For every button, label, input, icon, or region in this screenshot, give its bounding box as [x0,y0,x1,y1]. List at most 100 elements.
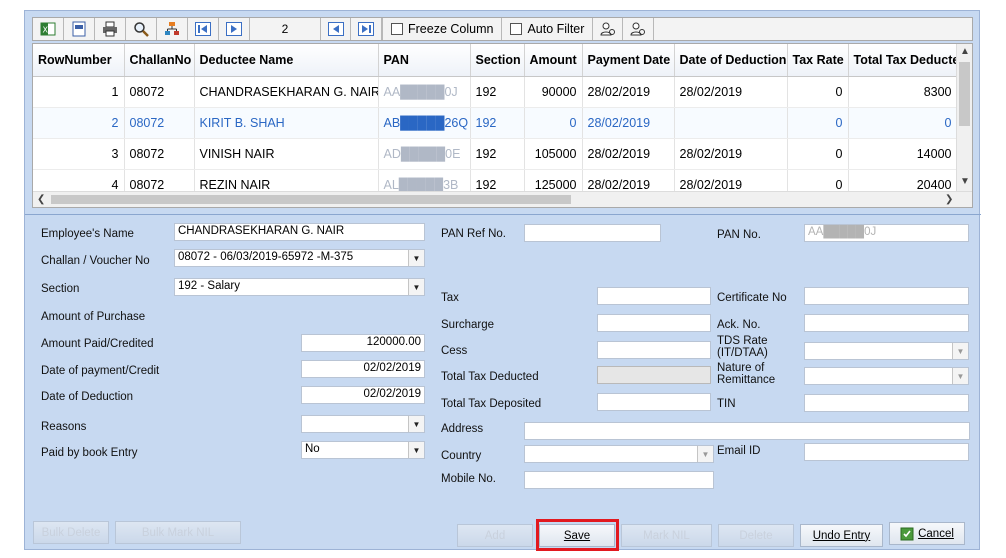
country-select[interactable]: ▼ [524,445,714,463]
auto-filter-checkbox[interactable] [510,23,523,35]
scroll-left-icon[interactable]: ❮ [37,194,45,205]
tds-rate-select[interactable]: ▼ [804,342,969,360]
chevron-down-icon[interactable]: ▼ [408,416,424,432]
bulk-delete-button[interactable]: Bulk Delete [33,521,109,544]
total-deducted-label: Total Tax Deducted [441,371,539,383]
book-entry-select[interactable]: No ▼ [301,441,425,459]
bulk-mark-nil-button[interactable]: Bulk Mark NIL [115,521,241,544]
pan-no-label: PAN No. [717,229,761,241]
next-page-button[interactable] [219,18,250,40]
deductee-grid: RowNumber ChallanNo Deductee Name PAN Se… [32,43,973,208]
section-select[interactable]: 192 - Salary ▼ [174,278,425,296]
table-row[interactable]: 1 08072 CHANDRASEKHARAN G. NAIR AA█████0… [33,76,958,108]
nature-remittance-select[interactable]: ▼ [804,367,969,385]
col-amount[interactable]: Amount [524,44,583,77]
panel-divider [25,214,981,215]
grid-vertical-scrollbar[interactable]: ▲ ▼ [956,44,972,192]
date-deduction-field[interactable]: 02/02/2019 [301,386,425,404]
ack-field[interactable] [804,314,969,332]
freeze-column-toggle[interactable]: Freeze Column [382,18,501,40]
chevron-down-icon[interactable]: ▼ [952,368,968,384]
chevron-down-icon[interactable]: ▼ [952,343,968,359]
chevron-down-icon[interactable]: ▼ [408,279,424,295]
table-row[interactable]: 3 08072 VINISH NAIR AD█████0E 192 105000… [33,138,958,170]
cell-amount: 0 [524,107,583,139]
find-user-next-button[interactable] [623,18,655,40]
vertical-scroll-thumb[interactable] [959,62,970,126]
cell-challan: 08072 [124,138,195,170]
freeze-column-checkbox[interactable] [391,23,403,35]
table-row[interactable]: 2 08072 KIRIT B. SHAH AB█████26Q 192 0 2… [33,107,958,139]
col-deductee-name[interactable]: Deductee Name [194,44,379,77]
previous-page-icon [327,22,344,36]
address-field[interactable] [524,422,970,440]
reasons-label: Reasons [41,421,87,433]
printer-icon [103,21,117,37]
col-total-tax-deducted[interactable]: Total Tax Deducted [848,44,958,77]
col-date-of-deduction[interactable]: Date of Deduction [674,44,788,77]
export-word-button[interactable] [64,18,95,40]
country-label: Country [441,450,482,462]
first-page-button[interactable] [188,18,219,40]
surcharge-label: Surcharge [441,319,495,331]
section-label: Section [41,283,80,295]
challan-select[interactable]: 08072 - 06/03/2019-65972 -M-375 ▼ [174,249,425,267]
pan-ref-field[interactable] [524,224,661,242]
address-label: Address [441,423,484,435]
previous-page-button[interactable] [320,18,351,40]
col-tax-rate[interactable]: Tax Rate [787,44,849,77]
mobile-field[interactable] [524,471,714,489]
chevron-down-icon[interactable]: ▼ [408,250,424,266]
chevron-down-icon[interactable]: ▼ [408,442,424,458]
cell-tax-rate: 0 [787,76,849,108]
cell-rownumber: 3 [33,138,125,170]
horizontal-scroll-thumb[interactable] [51,195,571,204]
col-challanno[interactable]: ChallanNo [124,44,195,77]
find-user-button[interactable] [592,18,624,40]
auto-filter-toggle[interactable]: Auto Filter [501,18,592,40]
delete-button[interactable]: Delete [718,524,794,547]
surcharge-field[interactable] [597,314,711,332]
print-button[interactable] [95,18,126,40]
cell-pan: AB█████26Q [378,107,471,139]
undo-entry-button[interactable]: Undo Entry [800,524,883,547]
cancel-button[interactable]: Cancel [889,522,965,545]
employee-name-field[interactable]: CHANDRASEKHARAN G. NAIR [174,223,425,241]
col-section[interactable]: Section [470,44,525,77]
col-pan[interactable]: PAN [378,44,471,77]
cell-deduction-date: 28/02/2019 [674,138,788,170]
cell-tax-rate: 0 [787,138,849,170]
scroll-right-icon[interactable]: ❯ [945,194,953,205]
col-payment-date[interactable]: Payment Date [582,44,675,77]
cess-field[interactable] [597,341,711,359]
save-highlight [536,519,619,551]
date-deduction-label: Date of Deduction [41,391,134,403]
excel-icon: X [40,22,56,36]
reasons-select[interactable]: ▼ [301,415,425,433]
tin-field[interactable] [804,394,969,412]
date-payment-field[interactable]: 02/02/2019 [301,360,425,378]
search-button[interactable] [126,18,157,40]
tax-field[interactable] [597,287,711,305]
grid-horizontal-scrollbar[interactable]: ❮ ❯ [33,191,972,207]
add-button[interactable]: Add [457,524,533,547]
certificate-field[interactable] [804,287,969,305]
col-rownumber[interactable]: RowNumber [33,44,125,77]
export-excel-button[interactable]: X [33,18,64,40]
pan-no-field[interactable]: AA█████0J [804,224,969,242]
mark-nil-button[interactable]: Mark NIL [621,524,712,547]
cell-challan: 08072 [124,107,195,139]
undo-entry-label: Undo Entry [812,529,871,542]
last-page-button[interactable] [351,18,382,40]
tax-label: Tax [441,292,459,304]
cell-rownumber: 2 [33,107,125,139]
mobile-label: Mobile No. [441,473,496,485]
scroll-down-icon[interactable]: ▼ [960,176,970,187]
amount-paid-field[interactable]: 120000.00 [301,334,425,352]
scroll-up-icon[interactable]: ▲ [960,46,970,57]
total-deposited-field[interactable] [597,393,711,411]
pan-ref-label: PAN Ref No. [441,228,506,240]
email-field[interactable] [804,443,969,461]
chevron-down-icon[interactable]: ▼ [697,446,713,462]
hierarchy-button[interactable] [157,18,188,40]
